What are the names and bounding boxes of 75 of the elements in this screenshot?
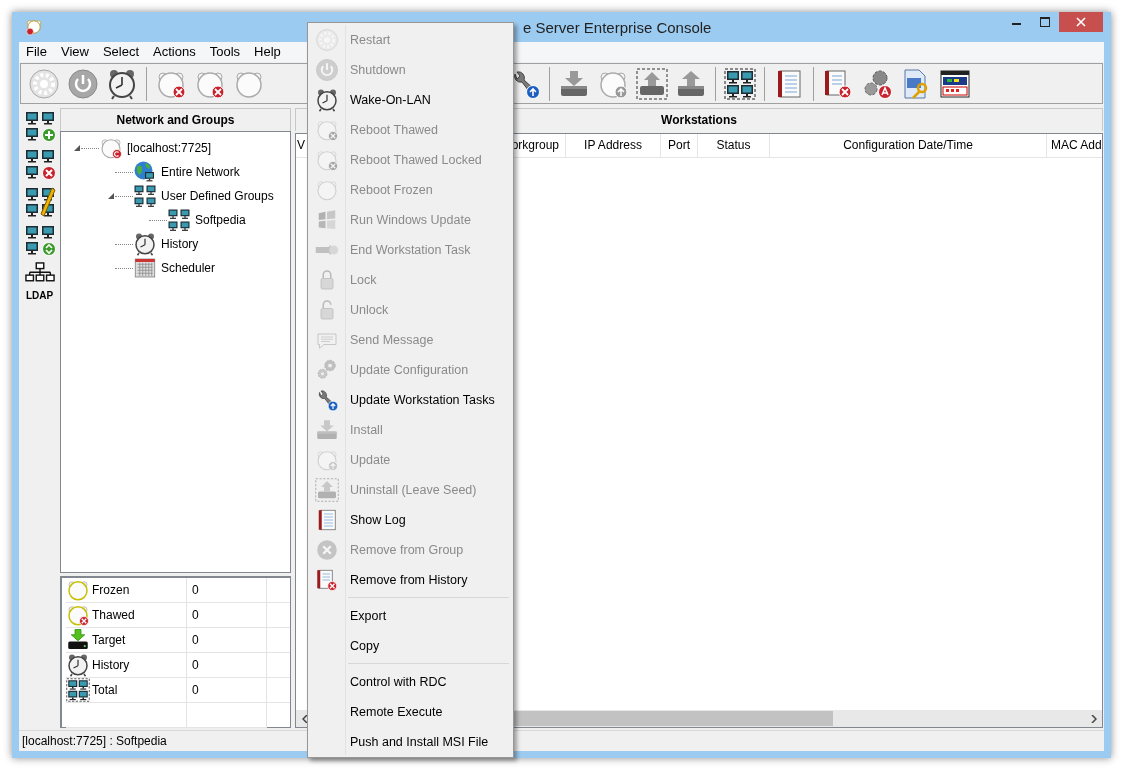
bear-upload-icon	[315, 448, 339, 472]
menu-item[interactable]: Help	[247, 42, 288, 62]
menu-item[interactable]: Select	[95, 42, 147, 62]
menu-item[interactable]: Export	[310, 601, 511, 631]
calendar-icon	[133, 256, 157, 280]
app-window-icon	[939, 67, 971, 100]
menu-item[interactable]: Show Log	[310, 505, 511, 535]
table-cell: Target	[92, 633, 126, 647]
table-cell: 0	[187, 678, 267, 703]
tree-item[interactable]: History	[161, 237, 199, 251]
power-icon	[67, 67, 99, 100]
expander-icon[interactable]	[107, 192, 115, 200]
menu-item[interactable]: Remote Execute	[310, 697, 511, 727]
menu-item[interactable]: Control with RDC	[310, 667, 511, 697]
table-cell: 0	[187, 578, 267, 603]
drive-upload-icon	[636, 67, 668, 100]
tree-item[interactable]: Scheduler	[161, 261, 216, 275]
computers-icon	[724, 67, 756, 100]
bear-icon	[315, 178, 339, 202]
menu-item[interactable]: Update Workstation Tasks	[310, 385, 511, 415]
column-header[interactable]: Status	[698, 134, 770, 157]
close-icon	[1076, 17, 1086, 27]
globe-icon	[133, 160, 157, 184]
add-computers-icon	[23, 110, 56, 142]
remove-computers-icon	[23, 148, 56, 180]
gear-icon	[28, 67, 60, 100]
notebook-delete-icon	[315, 568, 339, 592]
edit-computers-icon	[23, 186, 56, 218]
gears-alert-icon	[861, 67, 893, 100]
gears-icon	[315, 358, 339, 382]
column-header[interactable]: IP Address	[566, 134, 661, 157]
tree-item[interactable]: [localhost:7725]	[127, 141, 212, 155]
computers-icon	[66, 678, 90, 702]
menu-item[interactable]: File	[19, 42, 54, 62]
computers-icon	[167, 208, 191, 232]
notebook-delete-icon	[822, 67, 854, 100]
window-title: e Server Enterprise Console	[523, 18, 713, 36]
gear-icon	[315, 28, 339, 52]
bear-server-icon	[99, 136, 123, 160]
table-cell: History	[92, 658, 130, 672]
power-icon	[315, 58, 339, 82]
table-cell: Thawed	[92, 608, 135, 622]
column-header[interactable]: MAC Add	[1047, 134, 1102, 157]
column-header[interactable]: Port	[661, 134, 698, 157]
maximize-icon	[1040, 17, 1050, 27]
drive-download-icon	[66, 628, 90, 652]
tree-item[interactable]: Entire Network	[161, 165, 240, 179]
tree-item[interactable]: Softpedia	[195, 213, 246, 227]
table-cell: 0	[187, 603, 267, 628]
alarm-clock-icon	[133, 232, 157, 256]
tree-item[interactable]: User Defined Groups	[161, 189, 274, 203]
menu-item[interactable]: View	[53, 42, 96, 62]
menu-item[interactable]: Remove from History	[310, 565, 511, 595]
drive-download-icon	[315, 418, 339, 442]
computers-icon	[133, 184, 157, 208]
table-cell: Total	[92, 683, 118, 697]
bear-x-icon	[315, 118, 339, 142]
bear-x-icon	[315, 148, 339, 172]
app-icon	[25, 18, 43, 36]
column-header[interactable]: Configuration Date/Time	[770, 134, 1047, 157]
menu-item[interactable]: Tools	[202, 42, 248, 62]
table-cell: 0	[187, 653, 267, 678]
bear-x-icon	[66, 603, 90, 627]
alarm-clock-icon	[66, 653, 90, 677]
sort-computers-icon	[23, 224, 56, 256]
expander-icon[interactable]	[73, 144, 81, 152]
drive-upload-icon	[315, 478, 339, 502]
table-cell: Frozen	[92, 583, 130, 597]
alarm-clock-icon	[315, 88, 339, 112]
table-cell: 0	[187, 628, 267, 653]
menu-item[interactable]: Actions	[146, 42, 203, 62]
alarm-clock-icon	[106, 67, 138, 100]
ldap-button[interactable]: LDAP	[22, 262, 57, 301]
menu-item[interactable]: Copy	[310, 631, 511, 661]
remove-icon	[315, 538, 339, 562]
